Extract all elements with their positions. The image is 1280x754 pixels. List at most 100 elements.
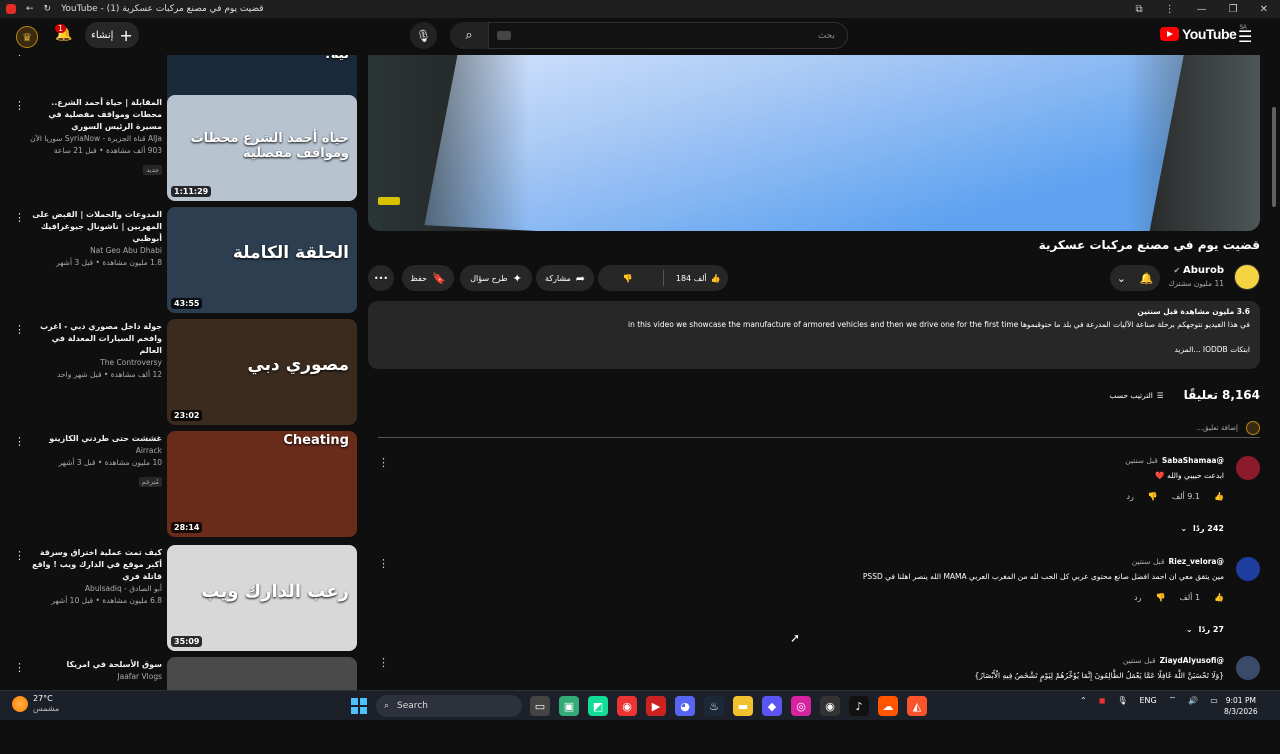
replies-toggle[interactable]: 27 ردًا ⌄ xyxy=(1186,625,1224,634)
comment-reply-button[interactable]: رد xyxy=(1126,492,1133,501)
comment-author[interactable]: @SabaShamaa xyxy=(1162,456,1224,465)
video-thumbnail[interactable]: Cheating 28:14 xyxy=(167,431,357,537)
soundcloud-icon[interactable]: ☁ xyxy=(878,696,898,716)
maximize-icon[interactable]: ❐ xyxy=(1229,4,1238,15)
voice-search-button[interactable]: 🎙 xyxy=(410,22,437,49)
video-thumbnail[interactable]: الحلقة الكاملة 43:55 xyxy=(167,207,357,313)
weather-widget[interactable]: 27°C مشمس xyxy=(12,694,59,714)
comment-author-avatar[interactable] xyxy=(1236,456,1260,480)
comment-like-icon[interactable]: 👍 xyxy=(1214,593,1224,602)
taskbar-search[interactable]: ⌕ Search xyxy=(376,695,522,717)
video-thumbnail[interactable] xyxy=(167,657,357,690)
more-actions-button[interactable]: ••• xyxy=(368,265,394,291)
extension-icon[interactable]: ⧉ xyxy=(1136,4,1143,15)
related-video-item[interactable]: حياة أحمد الشرع محطات ومواقف مفصلية 1:11:… xyxy=(0,95,360,203)
verified-icon: ✔ xyxy=(1173,266,1184,275)
channel-avatar[interactable] xyxy=(1234,264,1260,290)
description-box[interactable]: 3.6 مليون مشاهدة قبل سنتين في هذا الفيدي… xyxy=(368,301,1260,369)
tiktok-icon[interactable]: ♪ xyxy=(849,696,869,716)
obs-icon[interactable]: ◉ xyxy=(820,696,840,716)
show-more-link[interactable]: ...المزيد xyxy=(1174,345,1200,354)
share-button[interactable]: مشاركة ➦ xyxy=(536,265,594,291)
video-thumbnail[interactable]: رعب الدارك ويب 35:09 xyxy=(167,545,357,651)
more-options-icon[interactable]: ⋮ xyxy=(14,99,25,112)
youtube-app-icon[interactable]: ▶ xyxy=(646,696,666,716)
sort-comments-button[interactable]: ☰ الترتيب حسب xyxy=(1109,391,1163,400)
more-options-icon[interactable]: ⋮ xyxy=(14,549,25,562)
replies-toggle[interactable]: 242 ردًا ⌄ xyxy=(1180,524,1224,533)
folder-icon[interactable]: ▬ xyxy=(733,696,753,716)
tray-mic-icon[interactable]: 🎙 xyxy=(1117,696,1127,705)
page-scrollbar[interactable] xyxy=(1270,55,1278,687)
add-comment-input[interactable]: إضافة تعليق... xyxy=(378,418,1260,438)
ask-button[interactable]: طرح سؤال ✦ xyxy=(460,265,532,291)
related-video-channel[interactable]: Jaafar Vlogs xyxy=(30,671,162,683)
comment-author[interactable]: @Riez_velora xyxy=(1168,557,1224,566)
comment-menu-icon[interactable]: ⋮ xyxy=(378,656,389,669)
guide-menu-icon[interactable]: ☰ xyxy=(1238,27,1252,46)
scrollbar-thumb[interactable] xyxy=(1272,107,1276,207)
minimize-icon[interactable]: — xyxy=(1197,4,1207,15)
video-player[interactable] xyxy=(368,55,1260,231)
start-button[interactable] xyxy=(351,698,367,714)
account-avatar[interactable]: ♛ xyxy=(16,26,38,48)
related-video-item[interactable]: رعب الدارك ويب 35:09 ⋮ كيف تمت عملية اختراق… xyxy=(0,545,360,653)
video-thumbnail[interactable]: حياة أحمد الشرع محطات ومواقف مفصلية 1:11:… xyxy=(167,95,357,201)
related-video-item[interactable]: الحلقة الكاملة 43:55 ⋮ المدوعات والحملات | … xyxy=(0,207,360,315)
comment-like-icon[interactable]: 👍 xyxy=(1214,492,1224,501)
save-button[interactable]: حفظ 🔖 xyxy=(402,265,454,291)
dislike-button[interactable]: 👎 xyxy=(598,274,658,283)
search-input[interactable]: بحث xyxy=(488,22,848,49)
instagram-icon[interactable]: ◎ xyxy=(791,696,811,716)
app-icon[interactable]: ◆ xyxy=(762,696,782,716)
volume-icon[interactable]: 🔊 xyxy=(1188,696,1198,705)
comment-reply-button[interactable]: رد xyxy=(1134,593,1141,602)
related-video-item[interactable]: Cheating 28:14 ⋮ غششت حتى طردني الكازينو Air… xyxy=(0,431,360,539)
chat-icon[interactable]: ◩ xyxy=(588,696,608,716)
channel-name[interactable]: ✔ Aburob xyxy=(1174,265,1224,276)
more-options-icon[interactable]: ⋮ xyxy=(14,55,25,58)
more-icon[interactable]: ⋮ xyxy=(1165,4,1175,15)
tray-chevron-icon[interactable]: ⌃ xyxy=(1080,696,1087,705)
tray-app-icon[interactable]: ◼ xyxy=(1099,696,1106,705)
reload-icon[interactable]: ↻ xyxy=(44,4,52,14)
related-video-item[interactable]: مصوري دبي 23:02 ⋮ جولة داخل مصوري دبي - اغر… xyxy=(0,319,360,427)
steam-icon[interactable]: ♨ xyxy=(704,696,724,716)
comment-author-avatar[interactable] xyxy=(1236,557,1260,581)
create-button[interactable]: إنشاء + xyxy=(85,22,139,48)
back-icon[interactable]: ← xyxy=(26,4,34,14)
comment-author-avatar[interactable] xyxy=(1236,656,1260,680)
search-button[interactable]: ⌕ xyxy=(450,22,488,49)
more-options-icon[interactable]: ⋮ xyxy=(14,323,25,336)
related-video-channel[interactable]: أبو الصادق - Abulsadiq xyxy=(30,583,162,595)
more-options-icon[interactable]: ⋮ xyxy=(14,435,25,448)
keyboard-icon[interactable] xyxy=(497,31,511,40)
chrome-icon[interactable]: ◉ xyxy=(617,696,637,716)
more-options-icon[interactable]: ⋮ xyxy=(14,661,25,674)
language-indicator[interactable]: ENG xyxy=(1140,696,1157,705)
store-icon[interactable]: ▣ xyxy=(559,696,579,716)
comment-menu-icon[interactable]: ⋮ xyxy=(378,557,389,570)
related-video-item[interactable]: ⋮ سوق الأسلحة في امريكا Jaafar Vlogs xyxy=(0,657,360,690)
discord-icon[interactable]: ◕ xyxy=(675,696,695,716)
like-button[interactable]: 184 ألف 👍 xyxy=(668,274,728,283)
more-options-icon[interactable]: ⋮ xyxy=(14,211,25,224)
related-video-channel[interactable]: The Controversy xyxy=(30,357,162,369)
related-video-views: 12 ألف مشاهدة • قبل شهر واحد xyxy=(57,370,162,379)
brave-icon[interactable]: ◭ xyxy=(907,696,927,716)
subscription-bell-button[interactable]: ⌄ 🔔 xyxy=(1110,265,1160,291)
wifi-icon[interactable]: ⌔ xyxy=(1169,695,1177,705)
comment-author[interactable]: @ZiaydAlyusofi xyxy=(1160,656,1224,665)
related-video-channel[interactable]: Nat Geo Abu Dhabi xyxy=(30,245,162,257)
battery-icon[interactable]: ▭ xyxy=(1210,696,1218,705)
comment-dislike-icon[interactable]: 👎 xyxy=(1148,492,1158,501)
comment-menu-icon[interactable]: ⋮ xyxy=(378,456,389,469)
task-view-icon[interactable]: ▭ xyxy=(530,696,550,716)
youtube-logo[interactable]: YouTube SA xyxy=(1160,25,1247,42)
close-icon[interactable]: ✕ xyxy=(1260,4,1268,15)
video-thumbnail[interactable]: مصوري دبي 23:02 xyxy=(167,319,357,425)
related-video-channel[interactable]: AlJa قناة الجزيرة - SyriaNow سوريا الآن xyxy=(30,133,162,145)
related-video-channel[interactable]: Airrack xyxy=(30,445,162,457)
clock[interactable]: 9:01 PM 8/3/2026 xyxy=(1224,695,1258,717)
comment-dislike-icon[interactable]: 👎 xyxy=(1155,593,1165,602)
